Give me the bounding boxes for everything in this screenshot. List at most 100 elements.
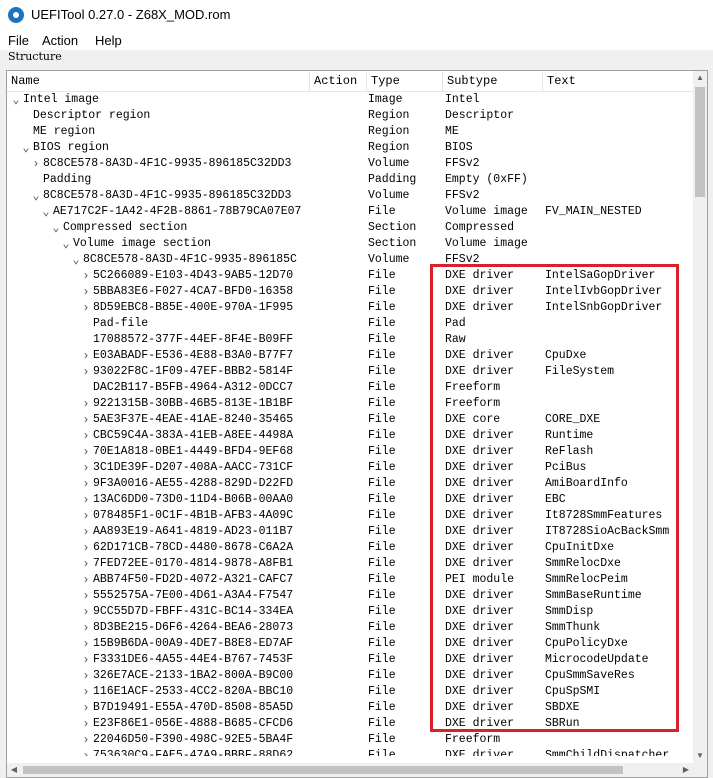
tree-row[interactable]: › B7D19491-E55A-470D-8508-85A5D File DXE dr… — [7, 700, 693, 716]
horizontal-scroll-thumb[interactable] — [23, 766, 623, 774]
tree-row[interactable]: ⌄ BIOS region Region BIOS — [7, 140, 693, 156]
collapse-arrow-icon[interactable]: › — [81, 444, 91, 460]
tree-row[interactable]: ⌄ Intel image Image Intel — [7, 92, 693, 108]
tree-row[interactable]: ⌄ 8C8CE578-8A3D-4F1C-9935-896185C Volume FF… — [7, 252, 693, 268]
row-name: Padding — [43, 173, 92, 186]
collapse-arrow-icon[interactable]: › — [81, 572, 91, 588]
menu-file[interactable]: File — [8, 33, 29, 48]
tree-row[interactable]: › CBC59C4A-383A-41EB-A8EE-4498A File DXE dr… — [7, 428, 693, 444]
collapse-arrow-icon[interactable]: › — [81, 508, 91, 524]
tree-row[interactable]: › 753630C9-FAE5-47A9-BBBF-88D62 File DXE dr… — [7, 748, 693, 756]
tree-row[interactable]: › 5BBA83E6-F027-4CA7-BFD0-16358 File DXE dr… — [7, 284, 693, 300]
collapse-arrow-icon[interactable]: › — [81, 460, 91, 476]
collapse-arrow-icon[interactable]: › — [81, 620, 91, 636]
horizontal-scrollbar[interactable]: ◀ ▶ — [7, 763, 693, 777]
tree-row[interactable]: › 9F3A0016-AE55-4288-829D-D22FD File DXE dr… — [7, 476, 693, 492]
tree-row[interactable]: › 5C266089-E103-4D43-9AB5-12D70 File DXE dr… — [7, 268, 693, 284]
tree-row[interactable]: › 70E1A818-0BE1-4449-BFD4-9EF68 File DXE dr… — [7, 444, 693, 460]
collapse-arrow-icon[interactable]: › — [81, 428, 91, 444]
tree-row[interactable]: › 9CC55D7D-FBFF-431C-BC14-334EA File DXE dr… — [7, 604, 693, 620]
scroll-up-icon[interactable]: ▲ — [693, 71, 707, 85]
row-subtype: Descriptor — [445, 109, 515, 122]
column-header-subtype[interactable]: Subtype — [443, 71, 543, 91]
collapse-arrow-icon[interactable]: › — [81, 748, 91, 756]
tree-row[interactable]: DAC2B117-B5FB-4964-A312-0DCC7 File Freefor… — [7, 380, 693, 396]
tree-row[interactable]: › 8D59EBC8-B85E-400E-970A-1F995 File DXE dr… — [7, 300, 693, 316]
collapse-arrow-icon[interactable]: › — [81, 396, 91, 412]
row-subtype: DXE driver — [445, 557, 515, 570]
tree-row[interactable]: ⌄ AE717C2F-1A42-4F2B-8861-78B79CA07E07 Fil… — [7, 204, 693, 220]
tree-row[interactable]: › E23F86E1-056E-4888-B685-CFCD6 File DXE dr… — [7, 716, 693, 732]
tree-row[interactable]: › 62D171CB-78CD-4480-8678-C6A2A File DXE dr… — [7, 540, 693, 556]
tree-row[interactable]: › 8D3BE215-D6F6-4264-BEA6-28073 File DXE dr… — [7, 620, 693, 636]
tree-row[interactable]: › 22046D50-F390-498C-92E5-5BA4F File Freefo… — [7, 732, 693, 748]
tree-row[interactable]: Pad-file File Pad — [7, 316, 693, 332]
tree-row[interactable]: ⌄ Compressed section Section Compressed — [7, 220, 693, 236]
tree-row[interactable]: › 3C1DE39F-D207-408A-AACC-731CF File DXE dr… — [7, 460, 693, 476]
row-name: 13AC6DD0-73D0-11D4-B06B-00AA0 — [93, 493, 294, 506]
tree-row[interactable]: › 078485F1-0C1F-4B1B-AFB3-4A09C File DXE dr… — [7, 508, 693, 524]
tree-row[interactable]: › AA893E19-A641-4819-AD23-011B7 File DXE dr… — [7, 524, 693, 540]
menu-action[interactable]: Action — [42, 33, 78, 48]
tree-row[interactable]: › 9221315B-30BB-46B5-813E-1B1BF File Freefo… — [7, 396, 693, 412]
expand-arrow-icon[interactable]: ⌄ — [21, 140, 31, 156]
vertical-scrollbar[interactable]: ▲ ▼ — [693, 71, 707, 763]
tree-row[interactable]: › 5552575A-7E00-4D61-A3A4-F7547 File DXE dr… — [7, 588, 693, 604]
collapse-arrow-icon[interactable]: › — [81, 476, 91, 492]
tree-row[interactable]: › 116E1ACF-2533-4CC2-820A-BBC10 File DXE dr… — [7, 684, 693, 700]
tree-row[interactable]: Descriptor region Region Descriptor — [7, 108, 693, 124]
collapse-arrow-icon[interactable]: › — [31, 156, 41, 172]
tree-row[interactable]: › 93022F8C-1F09-47EF-BBB2-5814F File DXE dr… — [7, 364, 693, 380]
column-header-type[interactable]: Type — [367, 71, 443, 91]
tree-row[interactable]: › 326E7ACE-2133-1BA2-800A-B9C00 File DXE dr… — [7, 668, 693, 684]
row-type: File — [368, 381, 396, 394]
menu-help[interactable]: Help — [95, 33, 122, 48]
collapse-arrow-icon[interactable]: › — [81, 524, 91, 540]
collapse-arrow-icon[interactable]: › — [81, 556, 91, 572]
tree-row[interactable]: › F3331DE6-4A55-44E4-B767-7453F File DXE dr… — [7, 652, 693, 668]
column-header-name[interactable]: Name — [7, 71, 310, 91]
row-type: File — [368, 461, 396, 474]
collapse-arrow-icon[interactable]: › — [81, 300, 91, 316]
tree-row[interactable]: › 8C8CE578-8A3D-4F1C-9935-896185C32DD3 Vol… — [7, 156, 693, 172]
collapse-arrow-icon[interactable]: › — [81, 652, 91, 668]
column-header-text[interactable]: Text — [543, 71, 693, 91]
expand-arrow-icon[interactable]: ⌄ — [41, 204, 51, 220]
expand-arrow-icon[interactable]: ⌄ — [71, 252, 81, 268]
collapse-arrow-icon[interactable]: › — [81, 636, 91, 652]
collapse-arrow-icon[interactable]: › — [81, 588, 91, 604]
tree-row[interactable]: › ABB74F50-FD2D-4072-A321-CAFC7 File PEI mo… — [7, 572, 693, 588]
collapse-arrow-icon[interactable]: › — [81, 732, 91, 748]
collapse-arrow-icon[interactable]: › — [81, 700, 91, 716]
tree-row[interactable]: Padding Padding Empty (0xFF) — [7, 172, 693, 188]
expand-arrow-icon[interactable]: ⌄ — [31, 188, 41, 204]
collapse-arrow-icon[interactable]: › — [81, 716, 91, 732]
collapse-arrow-icon[interactable]: › — [81, 684, 91, 700]
tree-row[interactable]: › 15B9B6DA-00A9-4DE7-B8E8-ED7AF File DXE dr… — [7, 636, 693, 652]
tree-row[interactable]: › 7FED72EE-0170-4814-9878-A8FB1 File DXE dr… — [7, 556, 693, 572]
collapse-arrow-icon[interactable]: › — [81, 412, 91, 428]
tree-row[interactable]: ME region Region ME — [7, 124, 693, 140]
collapse-arrow-icon[interactable]: › — [81, 668, 91, 684]
collapse-arrow-icon[interactable]: › — [81, 284, 91, 300]
column-header-action[interactable]: Action — [310, 71, 367, 91]
vertical-scroll-thumb[interactable] — [695, 87, 705, 197]
expand-arrow-icon[interactable]: ⌄ — [11, 92, 21, 108]
tree-row[interactable]: 17088572-377F-44EF-8F4E-B09FF File Raw — [7, 332, 693, 348]
collapse-arrow-icon[interactable]: › — [81, 604, 91, 620]
tree-row[interactable]: › 5AE3F37E-4EAE-41AE-8240-35465 File DXE co… — [7, 412, 693, 428]
expand-arrow-icon[interactable]: ⌄ — [61, 236, 71, 252]
tree-row[interactable]: ⌄ Volume image section Section Volume image — [7, 236, 693, 252]
tree-row[interactable]: › 13AC6DD0-73D0-11D4-B06B-00AA0 File DXE dr… — [7, 492, 693, 508]
collapse-arrow-icon[interactable]: › — [81, 364, 91, 380]
scroll-right-icon[interactable]: ▶ — [679, 763, 693, 777]
scroll-down-icon[interactable]: ▼ — [693, 749, 707, 763]
expand-arrow-icon[interactable]: ⌄ — [51, 220, 61, 236]
collapse-arrow-icon[interactable]: › — [81, 348, 91, 364]
collapse-arrow-icon[interactable]: › — [81, 492, 91, 508]
scroll-left-icon[interactable]: ◀ — [7, 763, 21, 777]
collapse-arrow-icon[interactable]: › — [81, 268, 91, 284]
tree-row[interactable]: › E03ABADF-E536-4E88-B3A0-B77F7 File DXE dr… — [7, 348, 693, 364]
tree-row[interactable]: ⌄ 8C8CE578-8A3D-4F1C-9935-896185C32DD3 Vol… — [7, 188, 693, 204]
collapse-arrow-icon[interactable]: › — [81, 540, 91, 556]
